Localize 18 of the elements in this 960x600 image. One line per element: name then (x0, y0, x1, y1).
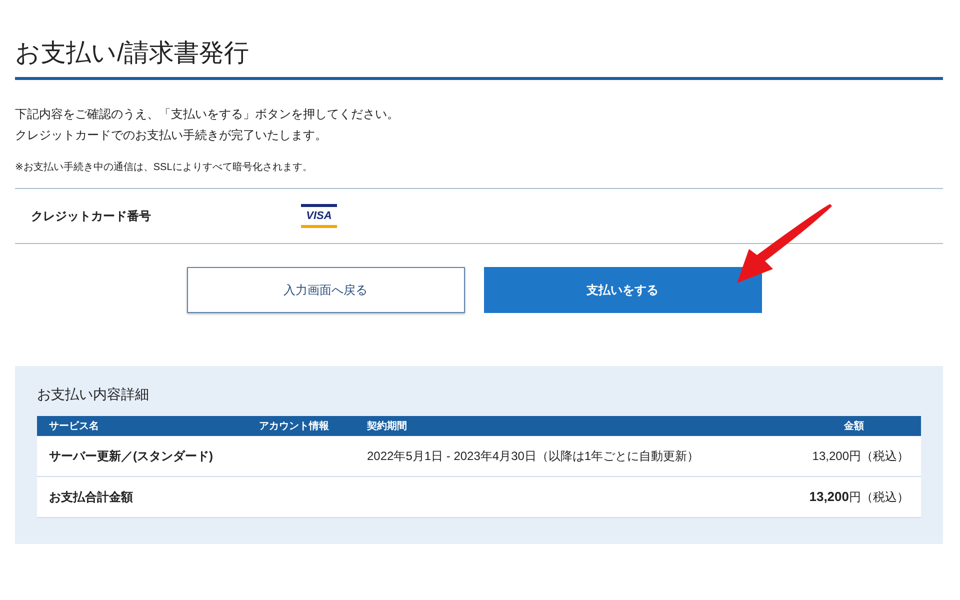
back-button[interactable]: 入力画面へ戻る (186, 267, 464, 313)
table-cell-text: 2022年5月1日 - 2023年4月30日（以降は1年ごとに自動更新） (367, 448, 700, 464)
note-text: ※お支払い手続き中の通信は、SSLによりすべて暗号化されます。 (15, 160, 314, 174)
total-amount: 13,200円（税込） (808, 488, 909, 506)
column-header: サービス名 (49, 420, 100, 433)
column-header: 契約期間 (367, 420, 408, 433)
instruction-text: 下記内容をご確認のうえ、「支払いをする」ボタンを押してください。 (15, 106, 400, 123)
total-label: お支払合計金額 (49, 488, 134, 506)
table-cell-text: サーバー更新／(スタンダード) (49, 448, 214, 464)
column-header: アカウント情報 (259, 420, 330, 433)
column-header: 金額 (843, 420, 865, 433)
table-cell-text: 13,200円（税込） (811, 448, 909, 464)
instruction-text: クレジットカードでのお支払い手続きが完了いたします。 (15, 127, 328, 144)
field-label: クレジットカード番号 (31, 208, 152, 224)
pay-button[interactable]: 支払いをする (484, 267, 762, 313)
page-title: お支払い/請求書発行 (15, 36, 943, 80)
card-logo: VISA (301, 204, 337, 228)
section-title: お支払い内容詳細 (37, 386, 150, 404)
